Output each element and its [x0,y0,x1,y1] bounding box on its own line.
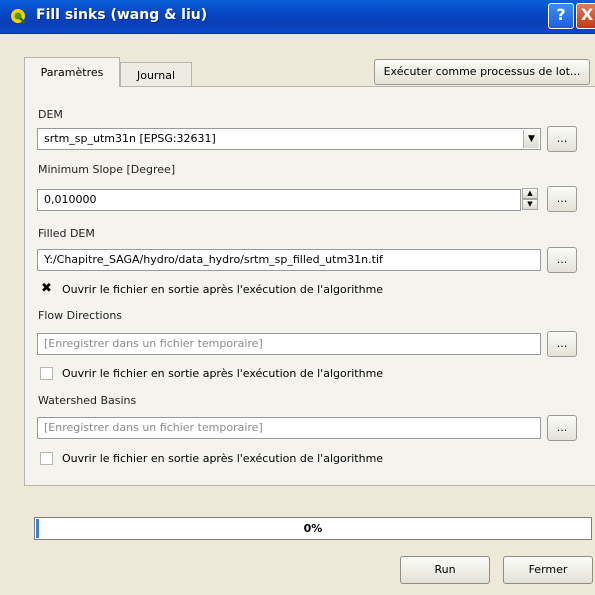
window-close-button[interactable]: X [576,3,595,29]
filled-dem-open-checkbox[interactable]: ✖ [40,282,53,296]
tab-parametres[interactable]: Paramètres [24,57,120,87]
dem-label: DEM [38,108,63,121]
min-slope-label: Minimum Slope [Degree] [38,163,176,176]
flow-directions-open-label: Ouvrir le fichier en sortie après l'exéc… [62,367,384,380]
chevron-down-icon[interactable]: ▼ [523,130,539,148]
filled-dem-label: Filled DEM [38,227,95,240]
batch-process-button[interactable]: Exécuter comme processus de lot... [374,59,590,85]
watershed-basins-browse-button[interactable]: ... [547,415,577,441]
flow-directions-label: Flow Directions [38,309,123,322]
min-slope-spinner[interactable]: ▲ ▼ [522,188,540,212]
title-bar[interactable]: Fill sinks (wang & liu) ? X [0,0,595,34]
watershed-basins-input[interactable]: [Enregistrer dans un fichier temporaire] [37,417,541,439]
dem-combobox[interactable]: srtm_sp_utm31n [EPSG:32631] ▼ [37,128,541,150]
flow-directions-open-checkbox[interactable] [40,367,53,380]
progress-label: 0% [303,522,323,535]
watershed-basins-placeholder: [Enregistrer dans un fichier temporaire] [44,421,263,434]
watershed-basins-open-checkbox[interactable] [40,452,53,465]
filled-dem-input[interactable]: Y:/Chapitre_SAGA/hydro/data_hydro/srtm_s… [37,249,541,271]
min-slope-browse-button[interactable]: ... [547,186,577,212]
watershed-basins-open-label: Ouvrir le fichier en sortie après l'exéc… [62,452,384,465]
dem-value: srtm_sp_utm31n [EPSG:32631] [44,132,216,145]
window-title: Fill sinks (wang & liu) [36,7,208,23]
dem-browse-button[interactable]: ... [547,126,577,152]
flow-directions-input[interactable]: [Enregistrer dans un fichier temporaire] [37,333,541,355]
flow-directions-placeholder: [Enregistrer dans un fichier temporaire] [44,337,263,350]
dialog-window: Fill sinks (wang & liu) ? X Paramètres J… [0,0,595,595]
run-button[interactable]: Run [400,556,490,584]
flow-directions-browse-button[interactable]: ... [547,331,577,357]
filled-dem-value: Y:/Chapitre_SAGA/hydro/data_hydro/srtm_s… [44,253,383,266]
qgis-logo-icon [11,9,26,24]
spin-up-icon[interactable]: ▲ [522,188,538,199]
help-button[interactable]: ? [548,3,574,29]
watershed-basins-label: Watershed Basins [38,394,137,407]
min-slope-input[interactable]: 0,010000 [37,189,521,211]
spin-down-icon[interactable]: ▼ [522,199,538,210]
filled-dem-browse-button[interactable]: ... [547,247,577,273]
min-slope-value: 0,010000 [44,193,97,206]
progress-bar: 0% [34,517,592,540]
filled-dem-open-label: Ouvrir le fichier en sortie après l'exéc… [62,283,384,296]
close-dialog-button[interactable]: Fermer [503,556,593,584]
tab-journal[interactable]: Journal [120,62,192,87]
